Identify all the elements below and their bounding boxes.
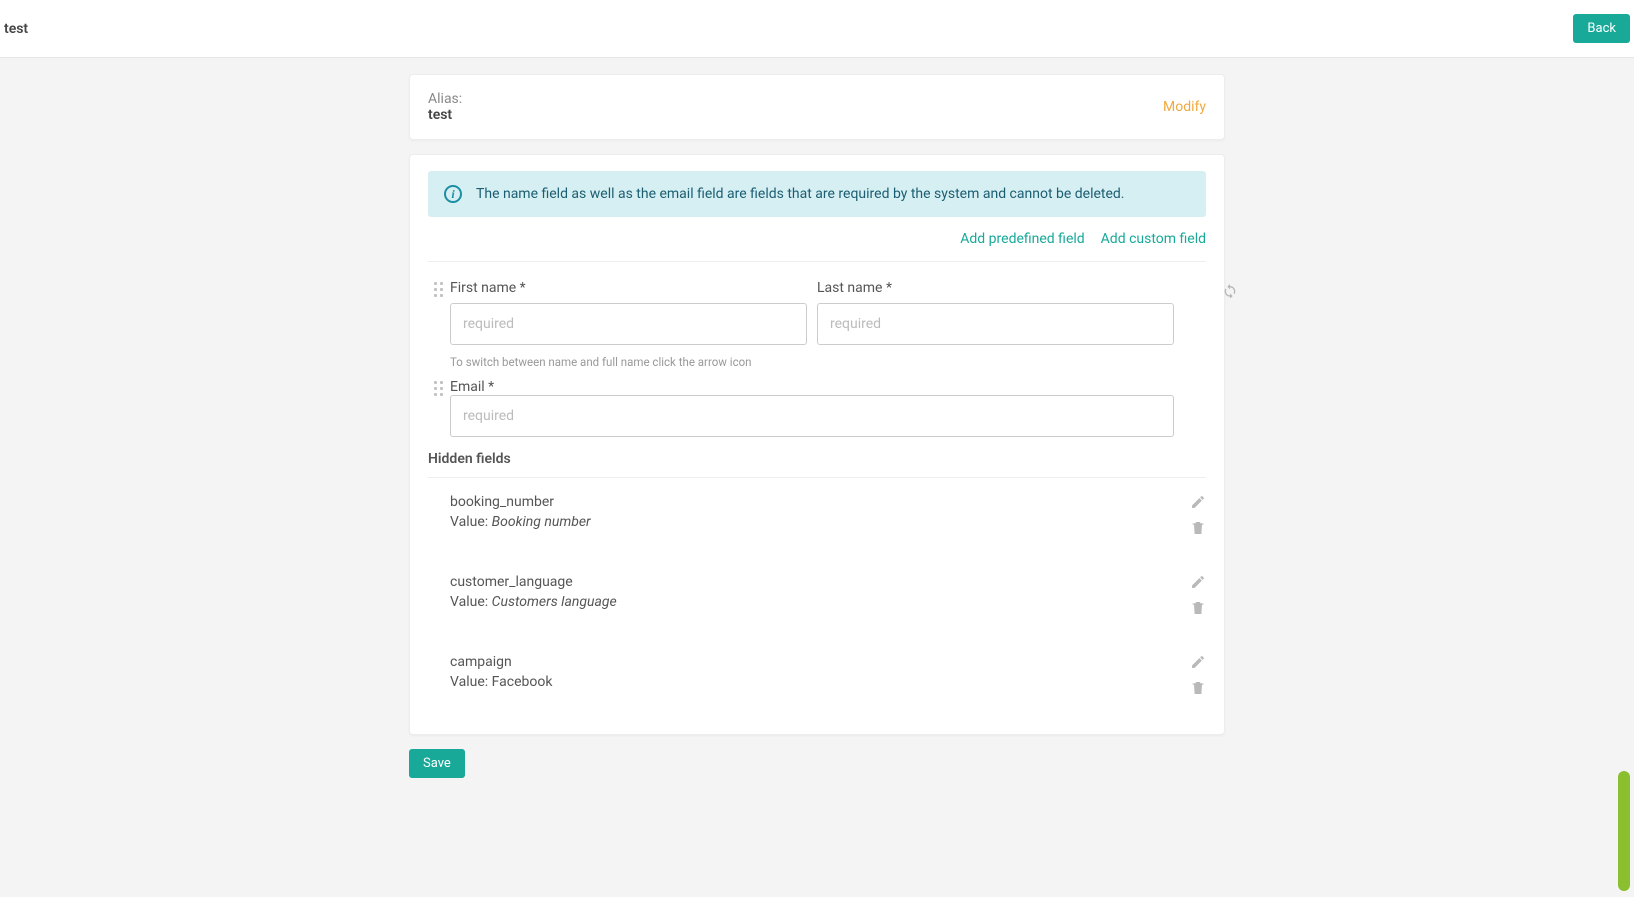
hidden-field-value: Value: Facebook (450, 674, 552, 690)
first-name-input[interactable] (450, 303, 807, 345)
edit-icon[interactable] (1190, 494, 1206, 510)
first-name-label: First name * (450, 280, 807, 296)
delete-icon[interactable] (1190, 520, 1206, 536)
page-title: test (4, 21, 28, 37)
hidden-field-row: campaign Value: Facebook (428, 638, 1206, 718)
hidden-field-name: customer_language (450, 574, 617, 590)
last-name-input[interactable] (817, 303, 1174, 345)
alias-value: test (428, 107, 462, 123)
email-field-block: Email * (450, 379, 1206, 437)
divider (428, 261, 1206, 262)
delete-icon[interactable] (1190, 680, 1206, 696)
drag-handle-icon[interactable] (434, 282, 446, 298)
page-header: test Back (0, 0, 1634, 58)
save-button[interactable]: Save (409, 749, 465, 778)
name-field-block: First name * Last name * (450, 280, 1206, 345)
back-button[interactable]: Back (1573, 14, 1630, 43)
switch-name-mode-icon[interactable] (1222, 282, 1238, 302)
edit-icon[interactable] (1190, 574, 1206, 590)
scrollbar-thumb[interactable] (1618, 771, 1630, 891)
fields-card: i The name field as well as the email fi… (409, 154, 1225, 735)
info-banner: i The name field as well as the email fi… (428, 171, 1206, 217)
hidden-field-row: customer_language Value: Customers langua… (428, 558, 1206, 638)
content-wrapper: Alias: test Modify i The name field as w… (409, 74, 1225, 778)
email-input[interactable] (450, 395, 1174, 437)
hidden-field-row: booking_number Value: Booking number (428, 478, 1206, 558)
delete-icon[interactable] (1190, 600, 1206, 616)
last-name-label: Last name * (817, 280, 1174, 296)
hidden-field-name: campaign (450, 654, 552, 670)
add-custom-link[interactable]: Add custom field (1101, 231, 1206, 247)
add-predefined-link[interactable]: Add predefined field (960, 231, 1084, 247)
email-label: Email * (450, 379, 494, 395)
hidden-fields-title: Hidden fields (428, 451, 1206, 467)
modify-link[interactable]: Modify (1163, 99, 1206, 115)
name-switch-hint: To switch between name and full name cli… (450, 355, 1206, 369)
info-icon: i (444, 185, 462, 203)
edit-icon[interactable] (1190, 654, 1206, 670)
field-actions: Add predefined field Add custom field (428, 217, 1206, 261)
hidden-field-value: Value: Booking number (450, 514, 591, 530)
alias-label: Alias: (428, 91, 462, 107)
info-text: The name field as well as the email fiel… (476, 186, 1125, 202)
hidden-field-value: Value: Customers language (450, 594, 617, 610)
alias-card: Alias: test Modify (409, 74, 1225, 140)
drag-handle-icon[interactable] (434, 381, 446, 397)
hidden-fields-list: booking_number Value: Booking number custo… (428, 478, 1206, 718)
hidden-field-name: booking_number (450, 494, 591, 510)
